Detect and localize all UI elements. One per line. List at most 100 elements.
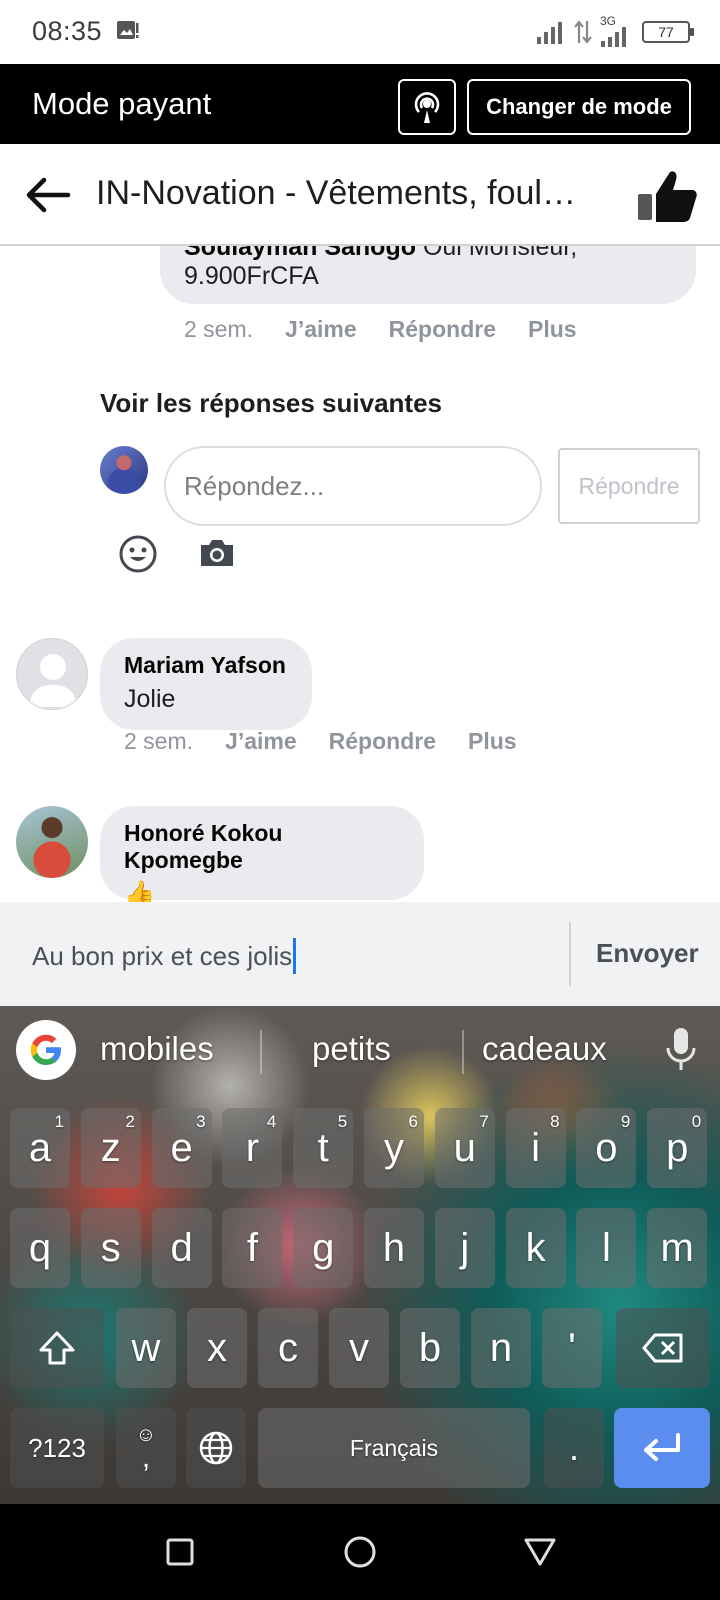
- comment-composer: Au bon prix et ces jolis Envoyer: [0, 902, 720, 1006]
- suggestion-bar: mobiles petits cadeaux: [0, 1006, 720, 1096]
- key-w[interactable]: w: [116, 1308, 176, 1388]
- person-silhouette-icon: [29, 654, 77, 707]
- comment-time[interactable]: 2 sem.: [124, 728, 193, 755]
- enter-key[interactable]: [614, 1408, 710, 1488]
- like-link[interactable]: J’aime: [285, 316, 357, 343]
- symbols-key[interactable]: ?123: [10, 1408, 104, 1488]
- mode-bar: Mode payant Changer de mode: [0, 64, 720, 144]
- reply-link[interactable]: Répondre: [389, 316, 496, 343]
- default-avatar[interactable]: [16, 638, 88, 710]
- battery-icon: 77: [642, 21, 694, 43]
- reply-link[interactable]: Répondre: [329, 728, 436, 755]
- key-label: o: [595, 1125, 618, 1170]
- emoji-icon[interactable]: [118, 534, 158, 574]
- more-link[interactable]: Plus: [528, 316, 577, 343]
- page-header: IN-Novation - Vêtements, foul…: [0, 144, 720, 246]
- camera-icon[interactable]: [198, 536, 236, 570]
- like-link[interactable]: J’aime: [225, 728, 297, 755]
- reply-input[interactable]: Répondez...: [164, 446, 542, 526]
- key-label: u: [453, 1125, 476, 1170]
- more-link[interactable]: Plus: [468, 728, 517, 755]
- key-label: v: [349, 1325, 369, 1370]
- key-hint-number: 8: [550, 1112, 560, 1131]
- comment-author[interactable]: Soulayman Sanogo: [184, 246, 416, 261]
- user-avatar: [100, 446, 148, 494]
- key-d[interactable]: d: [151, 1208, 212, 1288]
- key-hint-number: 3: [196, 1112, 206, 1131]
- key-label: b: [418, 1325, 442, 1370]
- key-e[interactable]: e3: [151, 1108, 212, 1188]
- comment-time[interactable]: 2 sem.: [184, 316, 253, 343]
- mode-title: Mode payant: [32, 86, 212, 121]
- key-label: n: [489, 1325, 513, 1370]
- key-apostrophe[interactable]: ': [542, 1308, 602, 1388]
- key-z[interactable]: z2: [80, 1108, 141, 1188]
- space-key[interactable]: Français: [258, 1408, 530, 1488]
- key-c[interactable]: c: [258, 1308, 318, 1388]
- back-arrow-icon[interactable]: [22, 170, 72, 220]
- comment-author[interactable]: Honoré Kokou Kpomegbe: [124, 820, 400, 874]
- key-b[interactable]: b: [400, 1308, 460, 1388]
- comment-author[interactable]: Mariam Yafson: [124, 652, 288, 679]
- key-f[interactable]: f: [222, 1208, 283, 1288]
- backspace-key[interactable]: [616, 1308, 710, 1388]
- key-l[interactable]: l: [576, 1208, 637, 1288]
- status-time: 08:35: [32, 16, 103, 46]
- user-avatar[interactable]: [16, 806, 88, 878]
- key-o[interactable]: o9: [576, 1108, 637, 1188]
- key-h[interactable]: h: [364, 1208, 424, 1288]
- thumbs-up-icon[interactable]: [634, 168, 698, 224]
- divider: [569, 922, 571, 986]
- key-a[interactable]: a1: [10, 1108, 70, 1188]
- key-label: ': [568, 1325, 576, 1370]
- key-x[interactable]: x: [187, 1308, 247, 1388]
- see-more-replies-link[interactable]: Voir les réponses suivantes: [100, 388, 442, 419]
- podcast-button[interactable]: [398, 79, 456, 135]
- home-circle-icon[interactable]: [340, 1532, 380, 1572]
- microphone-icon[interactable]: [664, 1026, 698, 1072]
- key-label: h: [382, 1225, 406, 1270]
- key-t[interactable]: t5: [293, 1108, 354, 1188]
- suggestion-2[interactable]: petits: [312, 1030, 391, 1068]
- key-hint-number: 1: [54, 1112, 64, 1131]
- status-bar: 08:35 3G 77: [0, 0, 720, 64]
- key-j[interactable]: j: [434, 1208, 495, 1288]
- key-label: k: [525, 1225, 546, 1270]
- key-m[interactable]: m: [647, 1208, 708, 1288]
- comment-text: 👍: [124, 880, 156, 902]
- status-icons: 3G 77: [536, 14, 694, 48]
- key-n[interactable]: n: [471, 1308, 531, 1388]
- back-triangle-icon[interactable]: [520, 1532, 560, 1572]
- recents-square-icon[interactable]: [160, 1532, 200, 1572]
- key-q[interactable]: q: [10, 1208, 70, 1288]
- period-key[interactable]: .: [544, 1408, 604, 1488]
- key-i[interactable]: i8: [505, 1108, 566, 1188]
- reply-submit-button[interactable]: Répondre: [558, 448, 700, 524]
- key-label: t: [317, 1125, 329, 1170]
- suggestion-3[interactable]: cadeaux: [482, 1030, 607, 1068]
- key-u[interactable]: u7: [434, 1108, 495, 1188]
- key-label: f: [246, 1225, 258, 1270]
- change-mode-button[interactable]: Changer de mode: [467, 79, 691, 135]
- key-r[interactable]: r4: [222, 1108, 283, 1188]
- data-arrows-icon: [574, 20, 592, 44]
- key-s[interactable]: s: [80, 1208, 141, 1288]
- key-p[interactable]: p0: [647, 1108, 708, 1188]
- comment-actions: 2 sem. J’aime Répondre Plus: [124, 728, 517, 755]
- key-y[interactable]: y6: [364, 1108, 424, 1188]
- google-logo-icon[interactable]: [16, 1020, 76, 1080]
- comment-input[interactable]: Au bon prix et ces jolis: [32, 938, 297, 974]
- key-v[interactable]: v: [329, 1308, 389, 1388]
- key-k[interactable]: k: [505, 1208, 566, 1288]
- key-label: g: [312, 1225, 335, 1270]
- language-key[interactable]: [186, 1408, 246, 1488]
- suggestion-1[interactable]: mobiles: [100, 1030, 214, 1068]
- key-g[interactable]: g: [293, 1208, 354, 1288]
- comment-text-line2: 9.900FrCFA: [184, 262, 319, 290]
- comments-feed[interactable]: Soulayman Sanogo Oui Monsieur, 9.900FrCF…: [0, 246, 720, 902]
- emoji-comma-key[interactable]: ☺ ,: [116, 1408, 176, 1488]
- divider: [462, 1030, 464, 1074]
- send-button[interactable]: Envoyer: [596, 938, 699, 969]
- shift-key[interactable]: [10, 1308, 104, 1388]
- on-screen-keyboard: mobiles petits cadeaux ?123 ☺ , Français…: [0, 1006, 720, 1504]
